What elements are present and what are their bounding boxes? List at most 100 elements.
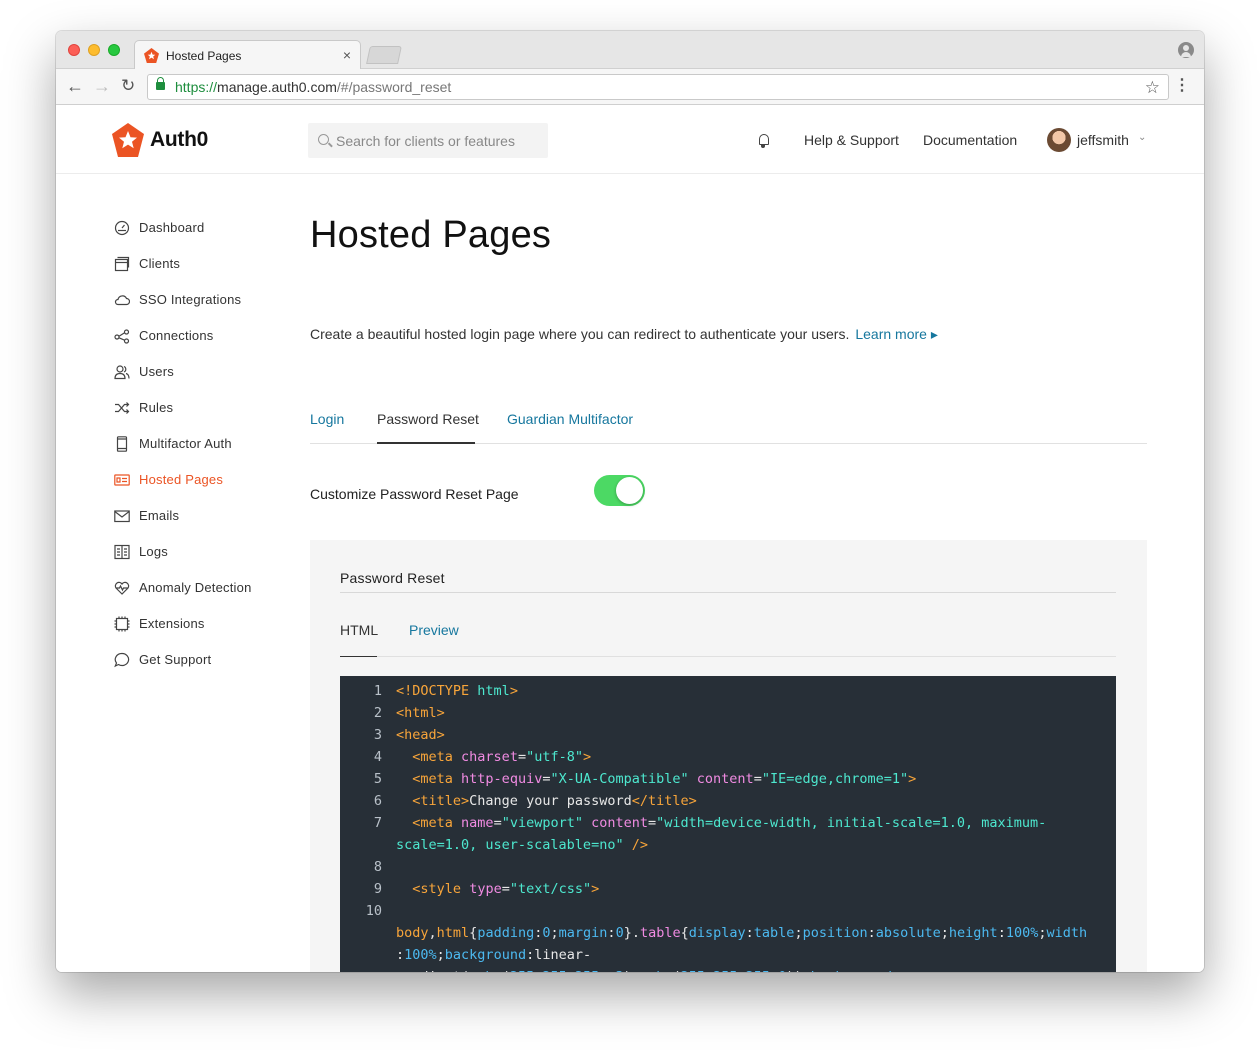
- sidebar-item-users[interactable]: Users: [114, 360, 294, 396]
- learn-more-link[interactable]: Learn more ▸: [855, 326, 938, 342]
- code-line[interactable]: 1 <!DOCTYPE html>: [340, 680, 1116, 702]
- tab-login[interactable]: Login: [310, 411, 344, 427]
- sidebar-item-hosted-pages[interactable]: Hosted Pages: [114, 468, 294, 504]
- code-line[interactable]: 2 <html>: [340, 702, 1116, 724]
- search-box[interactable]: [308, 123, 548, 158]
- code-line[interactable]: gradient(rgba(255,255,255,.3),rgba(255,2…: [340, 966, 1116, 972]
- active-tab-indicator: [377, 442, 475, 444]
- sidebar-item-multifactor-auth[interactable]: Multifactor Auth: [114, 432, 294, 468]
- customize-toggle[interactable]: [594, 475, 645, 506]
- code-text[interactable]: body,html{padding:0;margin:0}.table{disp…: [396, 922, 1087, 944]
- code-line[interactable]: body,html{padding:0;margin:0}.table{disp…: [340, 922, 1116, 944]
- clients-icon: [114, 256, 130, 272]
- close-window-button[interactable]: [68, 44, 80, 56]
- url-protocol: https://: [175, 79, 218, 95]
- tab-guardian-multifactor[interactable]: Guardian Multifactor: [507, 411, 633, 427]
- code-text[interactable]: scale=1.0, user-scalable=no" />: [396, 834, 648, 856]
- sidebar-item-clients[interactable]: Clients: [114, 252, 294, 288]
- code-text[interactable]: <meta name="viewport" content="width=dev…: [396, 812, 1046, 834]
- sidebar-item-sso-integrations[interactable]: SSO Integrations: [114, 288, 294, 324]
- connections-icon: [114, 329, 130, 344]
- code-text[interactable]: <title>Change your password</title>: [396, 790, 697, 812]
- sidebar-item-label: Dashboard: [139, 220, 205, 235]
- code-line[interactable]: scale=1.0, user-scalable=no" />: [340, 834, 1116, 856]
- chat-icon: [114, 652, 130, 668]
- code-text[interactable]: <meta charset="utf-8">: [396, 746, 591, 768]
- code-text[interactable]: <head>: [396, 724, 445, 746]
- chevron-down-icon[interactable]: ⌄: [1138, 132, 1146, 143]
- forward-arrow-icon[interactable]: →: [93, 76, 111, 96]
- logo-text[interactable]: Auth0: [150, 128, 208, 152]
- sidebar-item-anomaly-detection[interactable]: Anomaly Detection: [114, 576, 294, 612]
- sidebar-item-label: Clients: [139, 256, 181, 271]
- notifications-bell-icon[interactable]: [759, 134, 769, 148]
- sidebar: Dashboard Clients SSO Integrations Conne…: [114, 216, 294, 684]
- code-line[interactable]: 5 <meta http-equiv="X-UA-Compatible" con…: [340, 768, 1116, 790]
- code-text[interactable]: <meta http-equiv="X-UA-Compatible" conte…: [396, 768, 916, 790]
- help-support-link[interactable]: Help & Support: [804, 132, 899, 148]
- maximize-window-button[interactable]: [108, 44, 120, 56]
- page-tabs: Login Password Reset Guardian Multifacto…: [310, 403, 1147, 444]
- code-text[interactable]: <style type="text/css">: [396, 878, 599, 900]
- code-text[interactable]: :100%;background:linear-: [396, 944, 591, 966]
- panel-title: Password Reset: [340, 570, 445, 586]
- code-text[interactable]: <html>: [396, 702, 445, 724]
- sidebar-item-label: Get Support: [139, 652, 212, 667]
- tab-close-icon[interactable]: ×: [343, 47, 351, 63]
- user-name[interactable]: jeffsmith: [1077, 132, 1129, 148]
- heart-icon: [114, 581, 130, 595]
- avatar[interactable]: [1047, 128, 1071, 152]
- browser-titlebar: Hosted Pages ×: [56, 31, 1204, 70]
- tab-password-reset[interactable]: Password Reset: [377, 411, 479, 427]
- sidebar-item-label: Anomaly Detection: [139, 580, 252, 595]
- sidebar-item-rules[interactable]: Rules: [114, 396, 294, 432]
- code-line[interactable]: 8: [340, 856, 1116, 878]
- sidebar-item-label: Rules: [139, 400, 174, 415]
- sidebar-item-label: Connections: [139, 328, 214, 343]
- sidebar-item-connections[interactable]: Connections: [114, 324, 294, 360]
- code-line[interactable]: 3 <head>: [340, 724, 1116, 746]
- browser-window: Hosted Pages × ← → ↻ https://manage.auth…: [56, 31, 1204, 972]
- code-text[interactable]: gradient(rgba(255,255,255,.3),rgba(255,2…: [396, 966, 900, 972]
- sidebar-item-extensions[interactable]: Extensions: [114, 612, 294, 648]
- line-number: 7: [373, 815, 382, 831]
- sidebar-item-get-support[interactable]: Get Support: [114, 648, 294, 684]
- chip-icon: [114, 616, 130, 632]
- new-tab-button[interactable]: [366, 46, 402, 64]
- code-text[interactable]: <!DOCTYPE html>: [396, 680, 518, 702]
- sidebar-item-emails[interactable]: Emails: [114, 504, 294, 540]
- profile-icon[interactable]: [1178, 42, 1194, 58]
- sidebar-item-label: SSO Integrations: [139, 292, 242, 307]
- auth0-logo-icon[interactable]: [112, 123, 144, 157]
- code-editor[interactable]: 1 <!DOCTYPE html> 2 <html> 3 <head> 4 <meta ch…: [340, 676, 1116, 972]
- search-input[interactable]: [336, 123, 541, 158]
- code-line[interactable]: 7 <meta name="viewport" content="width=d…: [340, 812, 1116, 834]
- code-line[interactable]: 4 <meta charset="utf-8">: [340, 746, 1116, 768]
- bookmark-star-icon[interactable]: ☆: [1145, 76, 1160, 100]
- mail-icon: [114, 510, 130, 523]
- browser-menu-icon[interactable]: ⋮: [1174, 76, 1190, 96]
- code-line[interactable]: 10: [340, 900, 1116, 922]
- sidebar-item-logs[interactable]: Logs: [114, 540, 294, 576]
- browser-tab[interactable]: Hosted Pages ×: [134, 40, 361, 70]
- password-reset-panel: Password Reset HTML Preview 1 <!DOCTYPE h…: [310, 540, 1147, 972]
- code-line[interactable]: 9 <style type="text/css">: [340, 878, 1116, 900]
- line-number: 9: [373, 881, 382, 897]
- url-text[interactable]: https://manage.auth0.com/#/password_rese…: [175, 75, 451, 99]
- phone-icon: [116, 436, 128, 452]
- tab-html[interactable]: HTML: [340, 622, 378, 638]
- address-bar[interactable]: https://manage.auth0.com/#/password_rese…: [147, 74, 1169, 100]
- documentation-link[interactable]: Documentation: [923, 132, 1017, 148]
- tab-preview[interactable]: Preview: [409, 622, 459, 638]
- reload-icon[interactable]: ↻: [121, 76, 135, 96]
- sidebar-item-label: Hosted Pages: [139, 472, 224, 487]
- line-number: 4: [373, 749, 382, 765]
- back-arrow-icon[interactable]: ←: [66, 76, 84, 96]
- minimize-window-button[interactable]: [88, 44, 100, 56]
- code-line[interactable]: 6 <title>Change your password</title>: [340, 790, 1116, 812]
- sidebar-item-dashboard[interactable]: Dashboard: [114, 216, 294, 252]
- code-line[interactable]: :100%;background:linear-: [340, 944, 1116, 966]
- url-path: /#/password_reset: [336, 79, 452, 95]
- sidebar-item-label: Emails: [139, 508, 180, 523]
- active-subtab-indicator: [340, 656, 377, 657]
